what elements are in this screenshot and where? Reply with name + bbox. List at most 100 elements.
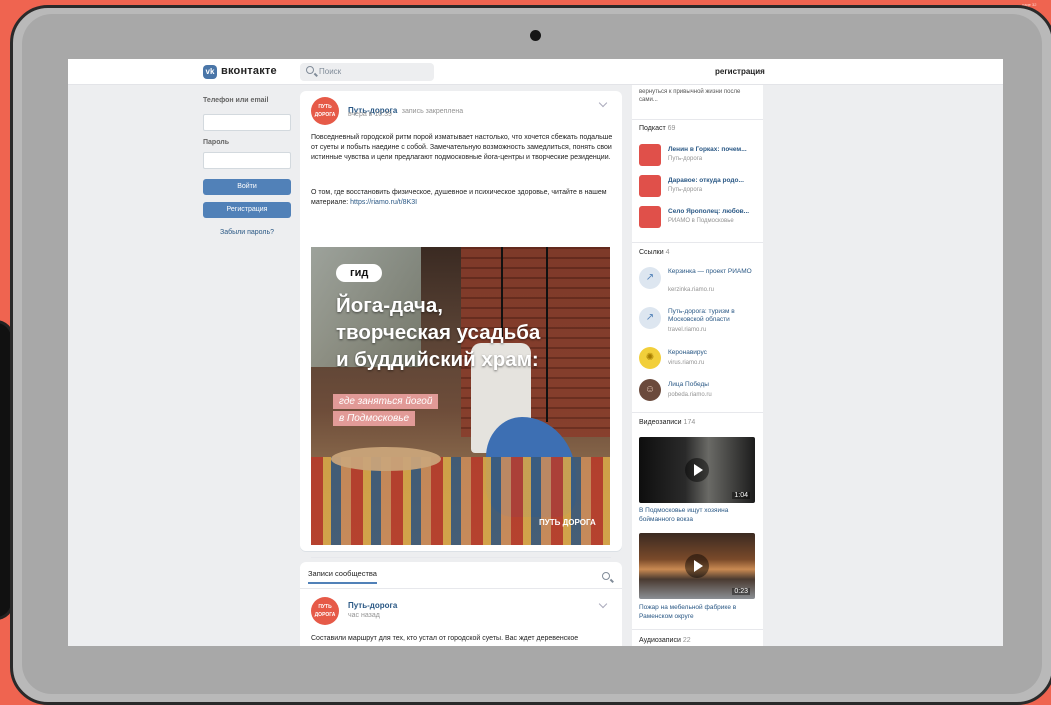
login-button[interactable]: Войти (203, 179, 291, 195)
record-time[interactable]: час назад (348, 612, 380, 619)
video-duration: 0:23 (732, 588, 750, 595)
video-duration: 1:04 (732, 492, 750, 499)
sidebar-top-text: вернуться к привычной жизни после сами..… (639, 89, 741, 103)
register-link[interactable]: регистрация (715, 67, 765, 76)
headline-line: Йога-дача, (336, 294, 443, 317)
podcast-item[interactable]: Село Ярополец: любов... РИАМО в Подмоско… (639, 206, 761, 232)
podcast-thumbnail (639, 206, 661, 228)
photo-table (331, 447, 441, 471)
headline-line: и буддийский храм: (336, 348, 539, 371)
video-title[interactable]: Пожар на мебельной фабрике в Раменском о… (639, 603, 757, 621)
phone-label: Телефон или email (203, 97, 269, 104)
tab-community-records[interactable]: Записи сообщества (308, 569, 377, 584)
audio-count: 22 (682, 637, 691, 644)
image-subtitle: где заняться йогой (333, 394, 439, 409)
link-url: travel.riamo.ru (668, 327, 707, 333)
link-item[interactable]: ↗ Керзинка — проект РИАМО kerzinka.riamo… (639, 267, 761, 299)
photo-rug (311, 457, 610, 545)
podcast-item[interactable]: Ленин в Горках: почем... Путь-дорога (639, 144, 761, 170)
sidebar-divider (632, 242, 763, 243)
record-text: Составили маршрут для тех, кто устал от … (311, 635, 579, 642)
videos-label: Видеозаписи (639, 419, 682, 426)
podcast-subtitle: Путь-дорога (668, 156, 703, 162)
video-thumbnail[interactable]: 0:23 (639, 533, 755, 599)
link-item[interactable]: ☺ Лица Победы pobeda.riamo.ru (639, 379, 761, 405)
link-url: virus.riamo.ru (668, 360, 705, 366)
community-records: Записи сообщества ПУТЬ ДОРОГА Путь-дорога… (300, 562, 622, 646)
phone-field[interactable] (203, 114, 291, 131)
sidebar-divider (632, 119, 763, 120)
podcasts-header[interactable]: Подкаст 69 (639, 125, 675, 132)
link-title: Керзинка — проект РИАМО (668, 268, 752, 275)
vk-screen: vk вконтакте Поиск регистрация Телефон и… (68, 59, 1003, 646)
link-title: Путь-дорога: туризм в Московской области (668, 308, 735, 323)
register-button[interactable]: Регистрация (203, 202, 291, 218)
sidebar-divider (632, 629, 763, 630)
vk-logo-icon[interactable]: vk (203, 65, 217, 79)
post-status: запись закреплена (401, 108, 464, 115)
password-field[interactable] (203, 152, 291, 169)
guide-tag: гид (336, 264, 383, 282)
forgot-password-link[interactable]: Забыли пароль? (203, 229, 291, 236)
video-thumbnail[interactable]: 1:04 (639, 437, 755, 503)
search-icon[interactable] (602, 572, 610, 580)
password-label: Пароль (203, 139, 230, 146)
link-arrow-icon: ↗ (639, 267, 661, 289)
link-item[interactable]: ↗ Путь-дорога: туризм в Московской облас… (639, 307, 761, 339)
podcast-title: Дарaвое: откуда родо... (668, 177, 744, 184)
play-icon[interactable] (685, 458, 709, 482)
headline-line: творческая усадьба (336, 321, 541, 344)
post-text-2: О том, где восстановить физическое, душе… (311, 188, 613, 208)
post-divider (311, 557, 611, 558)
podcast-title: Ленин в Горках: почем... (668, 146, 747, 153)
audio-label: Аудиозаписи (639, 637, 681, 644)
podcast-thumbnail (639, 175, 661, 197)
podcasts-count: 69 (667, 125, 676, 132)
image-subtitle: в Подмосковье (333, 411, 416, 426)
login-form: Телефон или email Пароль Войти Регистрац… (203, 97, 291, 247)
podcast-title: Село Ярополец: любов... (668, 208, 750, 215)
image-headline: Йога-дача, творческая усадьба и буддийск… (336, 292, 606, 373)
podcast-subtitle: РИАМО в Подмосковье (668, 218, 734, 224)
records-divider (300, 588, 622, 589)
links-label: Ссылки (639, 249, 664, 256)
play-icon[interactable] (685, 554, 709, 578)
podcasts-label: Подкаст (639, 125, 666, 132)
link-url: pobeda.riamo.ru (668, 392, 712, 398)
link-title: Лица Победы (668, 381, 709, 388)
camera-icon (530, 30, 541, 41)
right-sidebar: вернуться к привычной жизни после сами..… (632, 85, 763, 646)
link-title: Керонавирус (668, 349, 707, 356)
link-arrow-icon: ↗ (639, 307, 661, 329)
post-avatar[interactable]: ПУТЬ ДОРОГА (311, 97, 339, 125)
audio-header[interactable]: Аудиозаписи 22 (639, 637, 691, 644)
videos-header[interactable]: Видеозаписи 174 (639, 419, 695, 426)
post-image[interactable]: гид Йога-дача, творческая усадьба и будд… (311, 247, 610, 545)
record-avatar[interactable]: ПУТЬ ДОРОГА (311, 597, 339, 625)
sidebar-divider (632, 412, 763, 413)
image-brand: ПУТЬ ДОРОГА (539, 518, 596, 527)
podcast-subtitle: Путь-дорога (668, 187, 703, 193)
links-count: 4 (665, 249, 670, 256)
link-url: kerzinka.riamo.ru (668, 287, 715, 293)
post-text: Повседневный городской ритм порой изматы… (311, 134, 613, 161)
pinned-post: ПУТЬ ДОРОГА Путь-дорога запись закреплен… (300, 91, 622, 575)
record-author[interactable]: Путь-дорога (348, 601, 397, 610)
search-icon (306, 66, 314, 74)
post-link[interactable]: https://riamo.ru/t/8K3I (350, 199, 417, 206)
podcast-thumbnail (639, 144, 661, 166)
portrait-icon: ☺ (639, 379, 661, 401)
search-input[interactable]: Поиск (300, 63, 434, 81)
virus-icon: ✺ (639, 347, 661, 369)
vk-logo-text[interactable]: вконтакте (221, 65, 277, 77)
link-item[interactable]: ✺ Керонавирус virus.riamo.ru (639, 347, 761, 373)
top-bar: vk вконтакте Поиск регистрация (68, 59, 1003, 85)
links-header[interactable]: Ссылки 4 (639, 249, 670, 256)
chevron-down-icon[interactable] (598, 599, 608, 609)
podcast-item[interactable]: Дарaвое: откуда родо... Путь-дорога (639, 175, 761, 201)
post-time[interactable]: вчера в 10:39 (348, 111, 392, 118)
videos-count: 174 (683, 419, 696, 426)
chevron-down-icon[interactable] (598, 98, 608, 108)
video-title[interactable]: В Подмосковье ищут хозяина бойманного во… (639, 506, 757, 524)
search-placeholder: Поиск (319, 67, 342, 76)
